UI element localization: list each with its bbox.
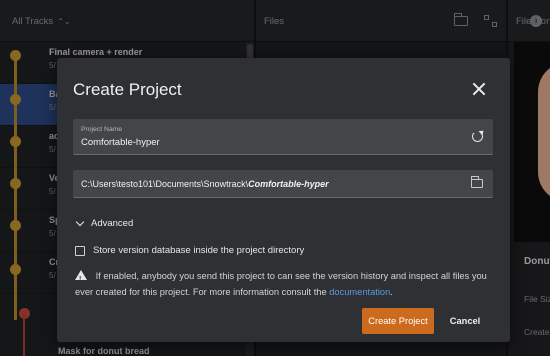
project-path-field[interactable]: C:\Users\testo101\Documents\Snowtrack\Co… (73, 170, 493, 198)
advanced-toggle[interactable]: Advanced (75, 217, 134, 229)
documentation-link[interactable]: documentation (329, 287, 390, 297)
project-name-label: Project Name (81, 126, 123, 133)
create-project-button[interactable]: Create Project (362, 308, 434, 334)
store-db-checkbox[interactable] (75, 245, 85, 256)
store-db-option[interactable]: Store version database inside the projec… (75, 245, 304, 256)
warning-message: If enabled, anybody you send this projec… (75, 268, 495, 300)
path-name: Comfortable-hyper (248, 179, 329, 189)
project-name-input[interactable]: Comfortable-hyper (81, 137, 160, 148)
store-db-label: Store version database inside the projec… (93, 245, 305, 256)
advanced-label: Advanced (91, 218, 134, 229)
app: All Tracks ⌃⌄ i Files File Content Final… (0, 0, 550, 356)
chevron-down-icon (75, 217, 85, 227)
project-name-field[interactable]: Project Name Comfortable-hyper (73, 119, 493, 155)
cancel-button[interactable]: Cancel (443, 308, 487, 334)
warning-icon (75, 270, 87, 288)
close-icon[interactable] (472, 82, 486, 96)
folder-icon[interactable] (470, 176, 483, 188)
path-prefix: C:\Users\testo101\Documents\Snowtrack\ (81, 179, 249, 189)
project-path-input[interactable]: C:\Users\testo101\Documents\Snowtrack\Co… (81, 179, 329, 189)
refresh-icon[interactable] (472, 131, 483, 142)
create-project-dialog: Create Project Project Name Comfortable-… (57, 58, 510, 342)
warning-end: . (390, 287, 393, 297)
warning-text: If enabled, anybody you send this projec… (75, 271, 487, 297)
dialog-title: Create Project (73, 80, 182, 99)
